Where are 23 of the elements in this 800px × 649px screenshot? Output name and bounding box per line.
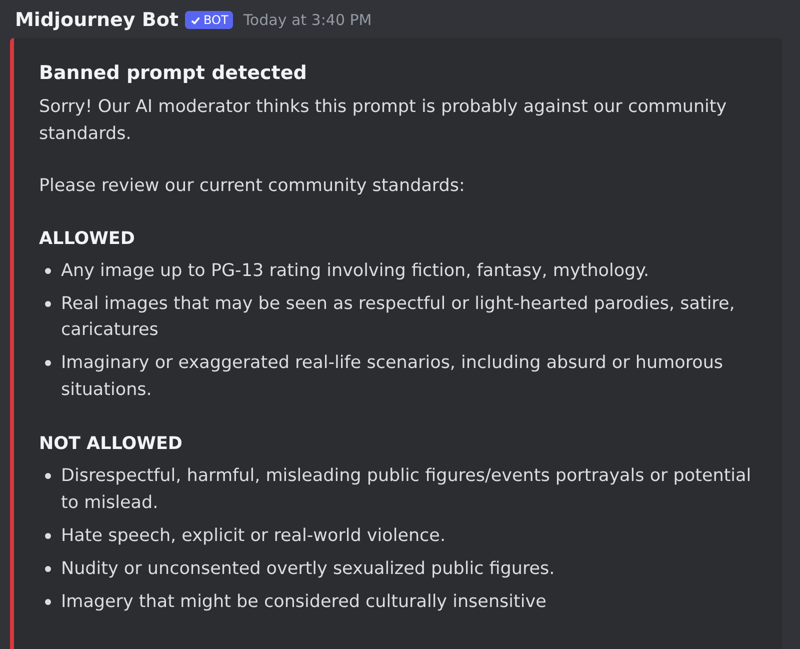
timestamp: Today at 3:40 PM [243,11,372,29]
embed-paragraph: Sorry! Our AI moderator thinks this prompt is probably against our community standards. [39,96,728,146]
bullet-icon [45,473,51,479]
checkmark-icon [190,14,201,26]
bullet-icon [45,532,51,538]
badge-label: BOT [204,13,228,27]
embed-title: Banned prompt detected [39,62,308,84]
list-item-text: Any image up to PG-13 rating involving fiction, fantasy, mythology. [61,260,650,282]
bullet-icon [45,566,51,572]
section-heading: NOT ALLOWED [39,433,184,456]
list-item-text: Disrespectful, harmful, misleading public figures/events portrayals or potential to mislead. [61,465,752,514]
author-name[interactable]: Midjourney Bot [15,9,179,31]
bullet-icon [45,268,51,274]
embed-paragraph: Please review our current community standards: [39,175,466,198]
list-item-text: Nudity or unconsented overtly sexualized public figures. [61,558,556,580]
bullet-icon [45,598,51,604]
list-item-text: Imagery that might be considered culturally insensitive [61,590,548,614]
list-item-text: Real images that may be seen as respectful or light-hearted parodies, satire, caricatures [61,292,736,342]
section-heading: ALLOWED [39,228,136,250]
list-item-text: Imaginary or exaggerated real-life scenarios, including absurd or humorous situations. [61,352,724,402]
list-item-text: Hate speech, explicit or real-world violence. [61,524,447,548]
bullet-icon [45,360,51,366]
bullet-icon [45,300,51,306]
